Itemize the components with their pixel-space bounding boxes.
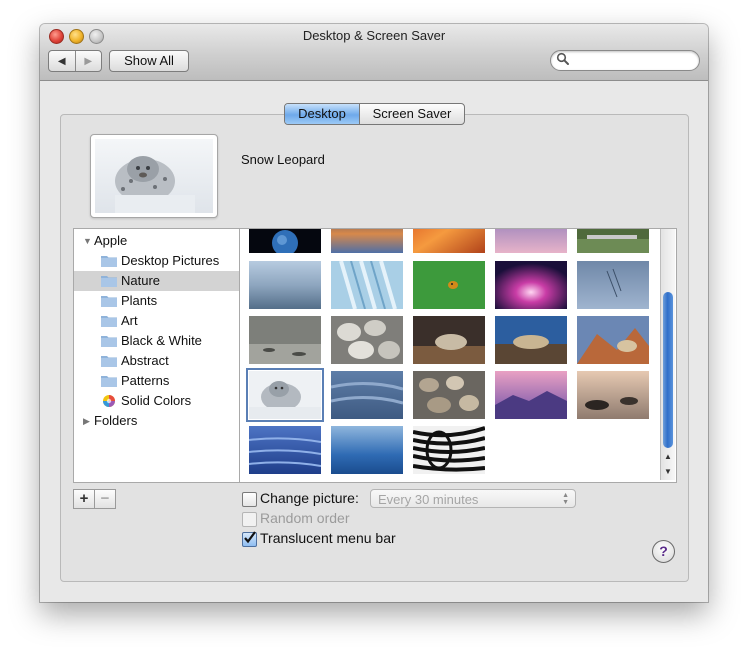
sidebar-item-desktop-pictures[interactable]: Desktop Pictures [74, 251, 240, 271]
search-field[interactable] [550, 50, 700, 71]
show-all-button[interactable]: Show All [109, 50, 189, 72]
popup-arrows-icon: ▲ ▼ [562, 492, 569, 506]
source-list: ▼ Apple Desktop Pictures Nature Plants A… [73, 228, 240, 483]
wallpaper-thumbnail[interactable] [331, 426, 403, 474]
wallpaper-thumbnail[interactable] [577, 261, 649, 309]
help-button[interactable]: ? [652, 540, 675, 563]
folder-icon [101, 356, 117, 367]
sidebar-item-folders[interactable]: ▶ Folders [74, 411, 240, 431]
wallpaper-thumbnail[interactable] [413, 316, 485, 364]
back-arrow-icon[interactable]: ◀ [49, 51, 75, 71]
sidebar-item-label: Art [121, 313, 138, 328]
wallpaper-thumbnail[interactable] [249, 316, 321, 364]
disclosure-expanded-icon[interactable]: ▼ [83, 231, 92, 251]
wallpaper-thumbnail[interactable] [495, 316, 567, 364]
scrollbar-thumb[interactable] [663, 292, 673, 448]
wallpaper-grid [239, 228, 677, 483]
wallpaper-thumbnail[interactable] [413, 371, 485, 419]
sidebar-item-apple[interactable]: ▼ Apple [74, 231, 240, 251]
sidebar-item-label: Solid Colors [121, 393, 192, 408]
wallpaper-thumbnail[interactable] [413, 426, 485, 474]
sidebar-item-label: Apple [94, 233, 128, 248]
wallpaper-thumbnail[interactable] [413, 261, 485, 309]
folder-icon [101, 336, 117, 347]
translucent-menu-bar-label: Translucent menu bar [260, 530, 396, 546]
search-icon [556, 52, 569, 65]
wallpaper-thumbnail[interactable] [249, 229, 321, 253]
tab-desktop[interactable]: Desktop [285, 104, 359, 124]
sidebar-item-label: Abstract [121, 353, 169, 368]
folder-icon [101, 376, 117, 387]
wallpaper-thumbnail[interactable] [495, 261, 567, 309]
tab-bar: Desktop Screen Saver [284, 103, 465, 125]
sidebar-item-label: Folders [94, 413, 138, 428]
snow-leopard-preview-image [95, 139, 213, 213]
current-wallpaper-preview [90, 134, 218, 218]
sidebar-item-solid-colors[interactable]: Solid Colors [74, 391, 240, 411]
titlebar: Desktop & Screen Saver ◀ ▶ Show All [40, 24, 708, 81]
preferences-window: Desktop & Screen Saver ◀ ▶ Show All Desk… [40, 24, 708, 602]
wallpaper-thumbnail[interactable] [249, 426, 321, 474]
change-picture-checkbox[interactable] [242, 492, 257, 507]
sidebar-item-abstract[interactable]: Abstract [74, 351, 240, 371]
sidebar-item-patterns[interactable]: Patterns [74, 371, 240, 391]
wallpaper-thumbnail[interactable] [495, 371, 567, 419]
remove-folder-button[interactable]: − [94, 490, 115, 508]
change-picture-label: Change picture: [260, 490, 359, 506]
sidebar-item-label: Patterns [121, 373, 170, 388]
wallpaper-thumbnail[interactable] [331, 371, 403, 419]
scroll-up-arrow-icon[interactable]: ▲ [661, 450, 675, 464]
disclosure-collapsed-icon[interactable]: ▶ [83, 411, 90, 431]
tab-screen-saver[interactable]: Screen Saver [359, 104, 464, 124]
wallpaper-thumbnail[interactable] [331, 229, 403, 253]
folder-icon [101, 296, 117, 307]
search-input[interactable] [573, 52, 695, 69]
checkmark-icon [244, 531, 256, 544]
folder-icon [101, 276, 117, 287]
window-title: Desktop & Screen Saver [302, 28, 446, 43]
sidebar-item-nature[interactable]: Nature [74, 271, 240, 291]
sidebar-item-label: Nature [121, 273, 161, 288]
add-folder-button[interactable]: + [74, 490, 94, 508]
forward-arrow-icon[interactable]: ▶ [74, 51, 102, 71]
wallpaper-name: Snow Leopard [241, 152, 325, 167]
wallpaper-thumbnail-selected[interactable] [246, 368, 324, 422]
back-forward-control: ◀ ▶ [48, 50, 102, 72]
folder-icon [101, 256, 117, 267]
wallpaper-thumbnail[interactable] [495, 229, 567, 253]
add-remove-control: + − [73, 489, 116, 509]
change-interval-popup[interactable]: Every 30 minutes ▲ ▼ [370, 489, 576, 508]
wallpaper-thumbnail[interactable] [577, 229, 649, 253]
wallpaper-thumbnail[interactable] [413, 229, 485, 253]
folder-icon [101, 316, 117, 327]
sidebar-item-label: Black & White [121, 333, 202, 348]
sidebar-item-plants[interactable]: Plants [74, 291, 240, 311]
scroll-down-arrow-icon[interactable]: ▼ [661, 465, 675, 479]
color-wheel-icon [103, 395, 115, 407]
random-order-checkbox[interactable] [242, 512, 257, 527]
vertical-scrollbar[interactable]: ▲ ▼ [660, 229, 675, 480]
interval-value: Every 30 minutes [378, 492, 479, 507]
wallpaper-thumbnail[interactable] [577, 316, 649, 364]
sidebar-item-label: Plants [121, 293, 158, 308]
wallpaper-thumbnail[interactable] [331, 261, 403, 309]
random-order-label: Random order [260, 510, 350, 526]
sidebar-item-black-white[interactable]: Black & White [74, 331, 240, 351]
translucent-menu-bar-checkbox[interactable] [242, 531, 257, 547]
sidebar-item-label: Desktop Pictures [121, 253, 220, 268]
wallpaper-thumbnail[interactable] [577, 371, 649, 419]
wallpaper-thumbnail[interactable] [249, 261, 321, 309]
wallpaper-thumbnail[interactable] [331, 316, 403, 364]
sidebar-item-art[interactable]: Art [74, 311, 240, 331]
